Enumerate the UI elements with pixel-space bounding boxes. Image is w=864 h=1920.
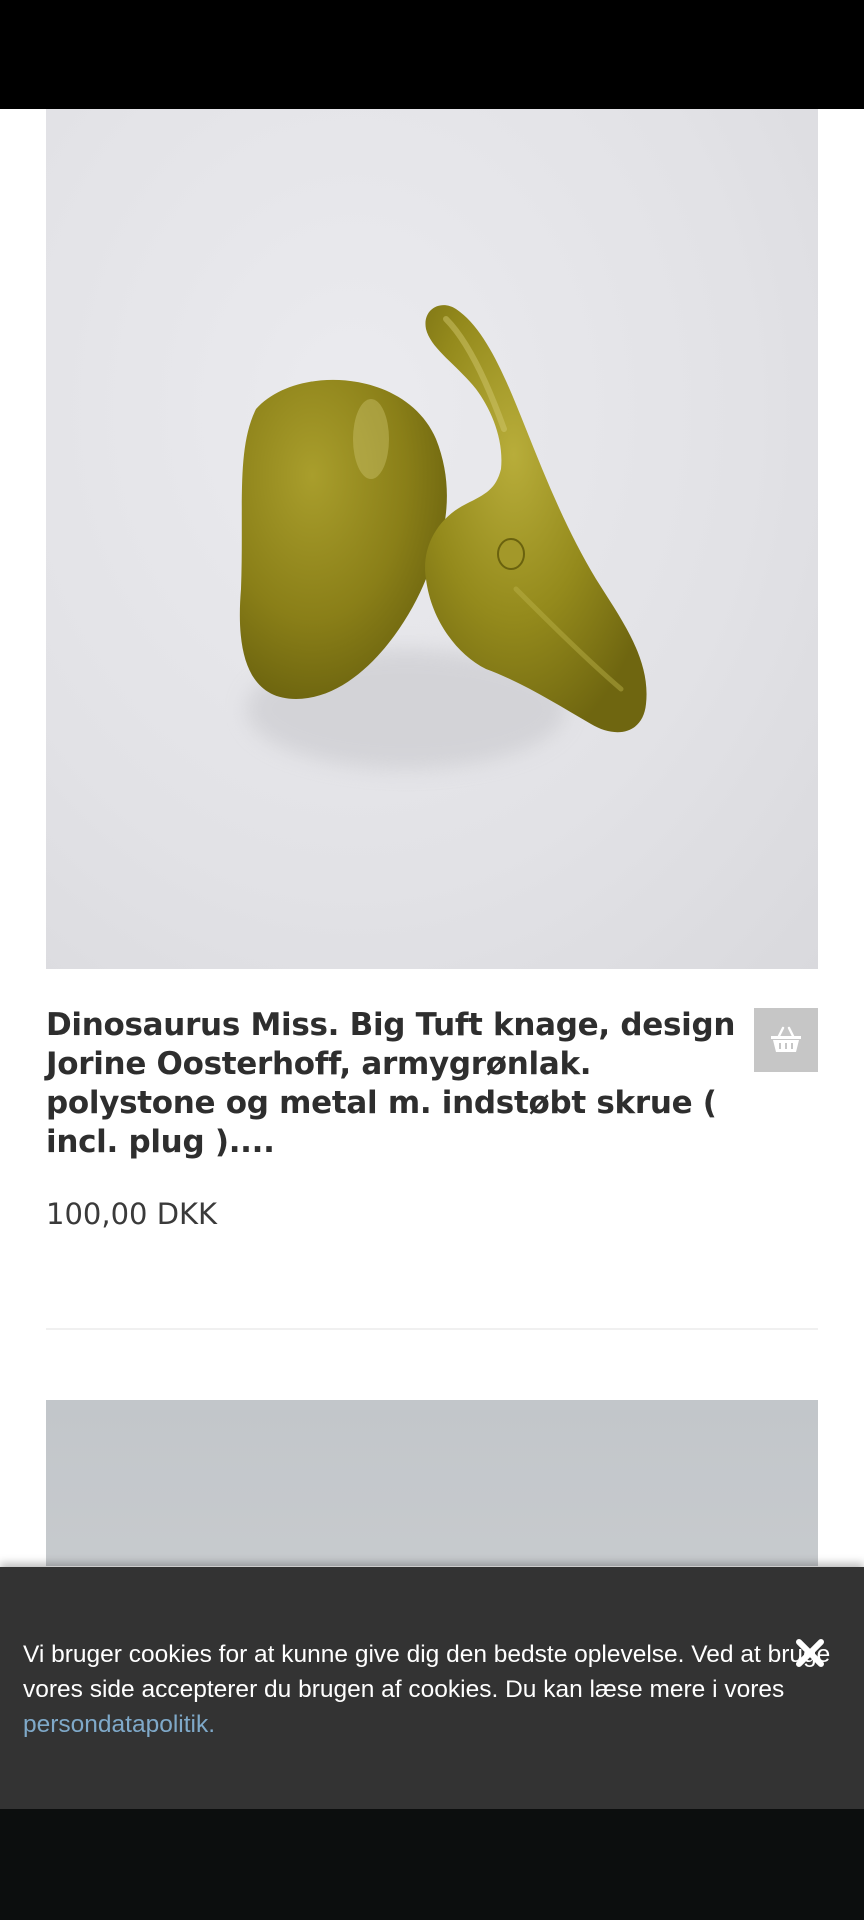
cookie-message: Vi bruger cookies for at kunne give dig … <box>23 1637 853 1742</box>
privacy-policy-link[interactable]: persondatapolitik. <box>23 1711 215 1738</box>
product-title[interactable]: Dinosaurus Miss. Big Tuft knage, design … <box>46 1006 736 1162</box>
status-bar <box>0 0 864 109</box>
product-divider <box>46 1328 818 1330</box>
product-price: 100,00 DKK <box>46 1197 218 1231</box>
product-list-page: Dinosaurus Miss. Big Tuft knage, design … <box>0 109 864 1566</box>
product-image[interactable] <box>46 109 818 969</box>
cookie-message-text: Vi bruger cookies for at kunne give dig … <box>23 1641 831 1703</box>
dinosaur-hook-photo <box>239 305 647 769</box>
basket-icon <box>771 1026 801 1052</box>
close-icon <box>796 1639 824 1667</box>
cookie-close-button[interactable] <box>790 1633 830 1673</box>
cookie-banner: Vi bruger cookies for at kunne give dig … <box>0 1567 864 1809</box>
system-navigation-bar <box>0 1809 864 1920</box>
add-to-basket-button[interactable] <box>754 1008 818 1072</box>
next-product-image[interactable] <box>46 1400 818 1566</box>
